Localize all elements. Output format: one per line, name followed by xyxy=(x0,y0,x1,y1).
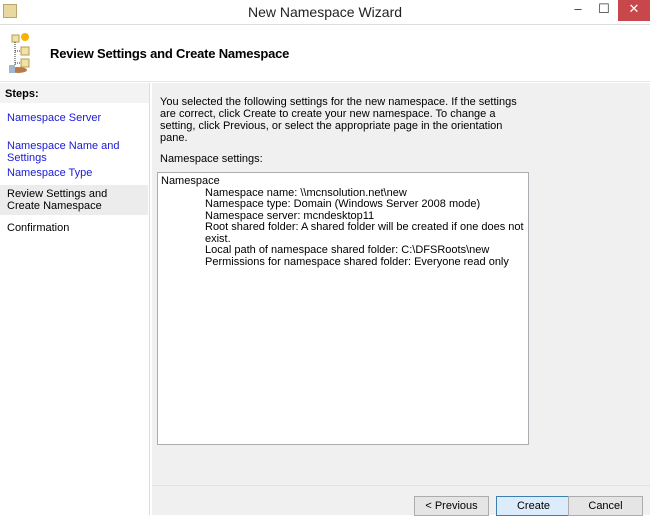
setting-line: Local path of namespace shared folder: C… xyxy=(205,244,490,256)
minimize-button[interactable]: – xyxy=(566,0,590,21)
settings-label: Namespace settings: xyxy=(160,153,263,165)
steps-heading: Steps: xyxy=(0,83,149,103)
page-title: Review Settings and Create Namespace xyxy=(50,46,290,61)
namespace-wizard-icon xyxy=(9,33,30,73)
button-bar: < Previous Create Cancel xyxy=(152,485,650,516)
step-namespace-name-settings[interactable]: Namespace Name and Settings xyxy=(0,140,148,164)
step-namespace-type[interactable]: Namespace Type xyxy=(0,167,148,179)
settings-root: Namespace xyxy=(161,175,220,187)
window-title: New Namespace Wizard xyxy=(247,4,403,20)
close-button[interactable]: ✕ xyxy=(618,0,650,21)
content-pane: You selected the following settings for … xyxy=(152,83,650,485)
step-namespace-server[interactable]: Namespace Server xyxy=(0,112,148,124)
intro-text: You selected the following settings for … xyxy=(160,96,517,144)
maximize-button[interactable]: ☐ xyxy=(592,0,616,21)
cancel-button[interactable]: Cancel xyxy=(568,496,643,516)
previous-button[interactable]: < Previous xyxy=(414,496,489,516)
settings-textbox[interactable]: Namespace Namespace name: \\mcnsolution.… xyxy=(157,172,529,445)
create-button[interactable]: Create xyxy=(496,496,571,516)
setting-line: Root shared folder: A shared folder will… xyxy=(205,221,524,245)
steps-pane: Steps: Namespace Server Namespace Name a… xyxy=(0,83,150,515)
setting-line: Permissions for namespace shared folder:… xyxy=(205,255,509,268)
wizard-header: Review Settings and Create Namespace xyxy=(0,26,650,82)
setting-line: Namespace type: Domain (Windows Server 2… xyxy=(205,198,481,210)
title-bar: New Namespace Wizard – ☐ ✕ xyxy=(0,0,650,25)
step-confirmation: Confirmation xyxy=(7,222,70,234)
step-review-settings: Review Settings and Create Namespace xyxy=(0,185,148,215)
